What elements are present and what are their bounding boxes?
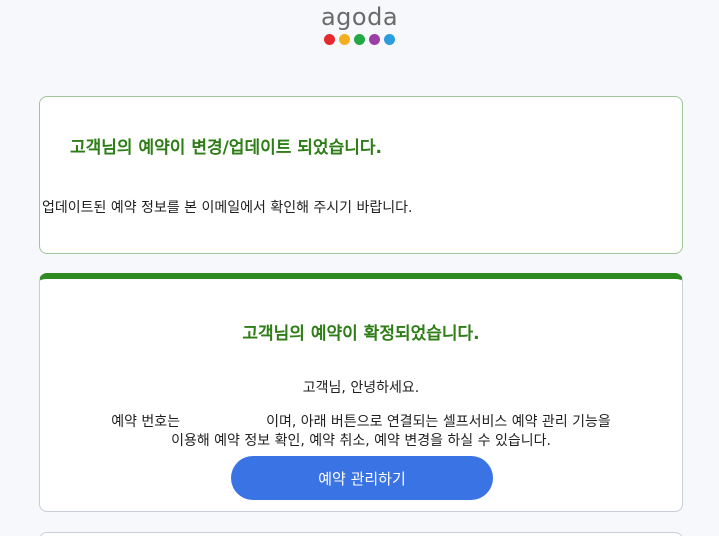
update-notice-title: 고객님의 예약이 변경/업데이트 되었습니다. xyxy=(70,138,382,158)
email-page: agoda 고객님의 예약이 변경/업데이트 되었습니다. 업데이트된 예약 정… xyxy=(0,0,719,536)
logo-wordmark: agoda xyxy=(320,3,399,31)
greeting-text: 고객님, 안녕하세요. xyxy=(302,380,420,396)
logo-dots xyxy=(0,34,719,45)
confirmation-card: 고객님의 예약이 확정되었습니다. 고객님, 안녕하세요. 예약 번호는 이며, … xyxy=(39,273,683,512)
update-notice-body: 업데이트된 예약 정보를 본 이메일에서 확인해 주시기 바랍니다. xyxy=(42,200,413,216)
update-notice-card: 고객님의 예약이 변경/업데이트 되었습니다. 업데이트된 예약 정보를 본 이… xyxy=(39,96,683,254)
confirmation-title: 고객님의 예약이 확정되었습니다. xyxy=(242,324,480,344)
booking-number-prefix: 예약 번호는 xyxy=(111,414,181,430)
booking-number-suffix: 이며, 아래 버튼으로 연결되는 셀프서비스 예약 관리 기능을 xyxy=(266,414,611,430)
logo-dot-yellow xyxy=(339,34,350,45)
agoda-logo: agoda xyxy=(0,4,719,45)
logo-dot-red xyxy=(324,34,335,45)
manage-booking-button[interactable]: 예약 관리하기 xyxy=(231,456,493,500)
logo-dot-green xyxy=(354,34,365,45)
next-card xyxy=(39,532,683,536)
self-service-info-line: 이용해 예약 정보 확인, 예약 취소, 예약 변경을 하실 수 있습니다. xyxy=(171,433,551,449)
logo-dot-purple xyxy=(369,34,380,45)
booking-info-line: 예약 번호는 이며, 아래 버튼으로 연결되는 셀프서비스 예약 관리 기능을 xyxy=(40,411,682,431)
logo-dot-blue xyxy=(384,34,395,45)
